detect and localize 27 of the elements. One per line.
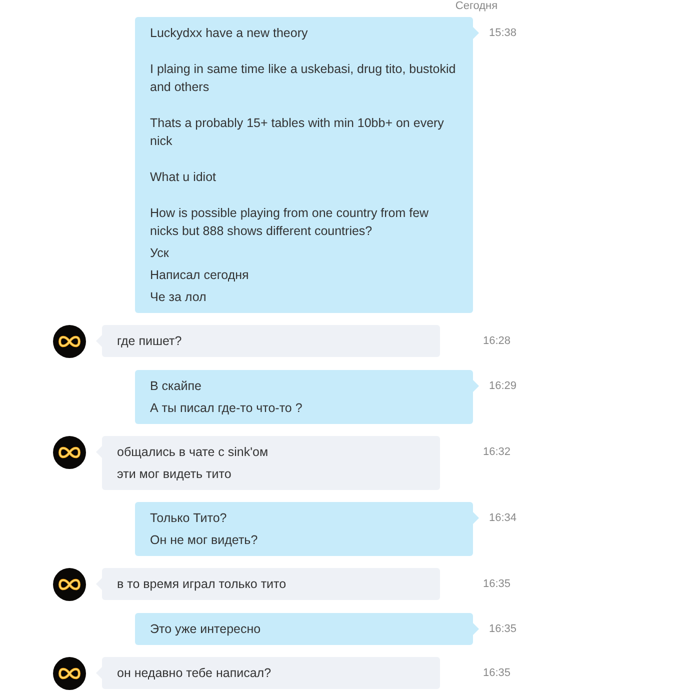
message-text: Это уже интересно — [150, 621, 262, 638]
avatar-icon — [53, 657, 86, 690]
date-header: Сегодня — [455, 0, 498, 13]
message-text: в то время играл только тито — [117, 576, 288, 593]
timestamp: 16:35 — [483, 666, 511, 681]
message-text: Только Тито? — [150, 510, 228, 527]
message-text: Он не мог видеть? — [150, 532, 259, 549]
avatar-icon — [53, 568, 86, 601]
message-text: В скайпе — [150, 378, 202, 395]
message-text: Уск — [150, 245, 170, 262]
message-text: Че за лол — [150, 289, 208, 306]
timestamp: 16:32 — [483, 445, 511, 460]
timestamp: 15:38 — [489, 26, 517, 41]
message-text: где пишет? — [117, 333, 183, 350]
message-text: А ты писал где-то что-то ? — [150, 400, 304, 417]
message-text: эти мог видеть тито — [117, 466, 232, 483]
message-text: Luckydxx have a new theory I plaing in same time like a uskebasi, drug tito, bustokid and others Thats a probably 15+ tables with min 10bb+ on every nick What u idiot How is possible playing from one country from few nicks but 888 shows different countries? — [150, 25, 457, 240]
message-text: общались в чате с sink'ом — [117, 444, 270, 461]
message-text: Написал сегодня — [150, 267, 250, 284]
message-text: он недавно тебе написал? — [117, 665, 272, 682]
avatar-icon — [53, 325, 86, 358]
timestamp: 16:28 — [483, 334, 511, 349]
timestamp: 16:29 — [489, 379, 517, 394]
timestamp: 16:34 — [489, 511, 517, 526]
timestamp: 16:35 — [489, 622, 517, 637]
timestamp: 16:35 — [483, 577, 511, 592]
avatar-icon — [53, 436, 86, 469]
